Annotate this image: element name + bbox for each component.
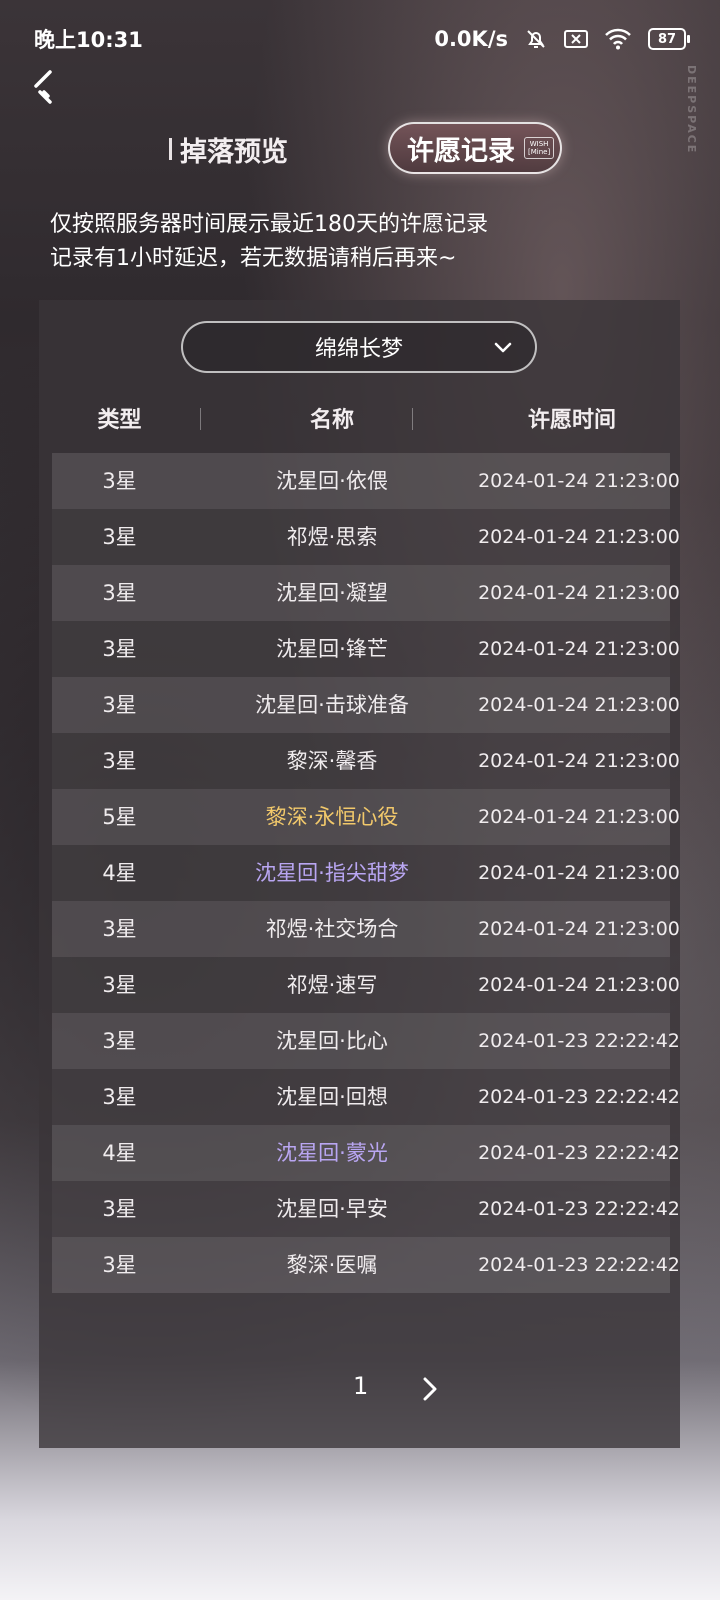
cell-name: 祁煜·速写 — [286, 973, 378, 997]
table-row: 3星 沈星回·击球准备 2024-01-24 21:23:00 — [52, 677, 680, 733]
network-speed: 0.0K/s — [434, 27, 508, 51]
cell-name: 黎深·馨香 — [286, 749, 378, 773]
cell-type: 3星 — [102, 1029, 137, 1053]
cell-name: 沈星回·击球准备 — [255, 693, 409, 717]
table-row: 3星 黎深·馨香 2024-01-24 21:23:00 — [52, 733, 680, 789]
cell-time: 2024-01-24 21:23:00 — [478, 638, 680, 660]
tab-drop-preview[interactable]: 掉落预览 — [169, 130, 288, 169]
table-row: 3星 沈星回·依偎 2024-01-24 21:23:00 — [52, 453, 680, 509]
notice-line-2: 记录有1小时延迟，若无数据请稍后再来~ — [50, 246, 457, 271]
sim-none-icon — [564, 30, 588, 48]
back-arrow-icon[interactable] — [28, 66, 68, 106]
cell-name: 沈星回·凝望 — [276, 581, 388, 605]
pagination: 1 — [0, 1372, 720, 1412]
tab-wish-badge: WISH [Mine] — [524, 137, 555, 159]
tab-wish-label: 许愿记录 — [407, 135, 515, 167]
notice-text: 仅按照服务器时间展示最近180天的许愿记录 记录有1小时延迟，若无数据请稍后再来… — [50, 208, 488, 276]
cell-type: 3星 — [102, 1253, 137, 1277]
table-row: 3星 祁煜·思索 2024-01-24 21:23:00 — [52, 509, 680, 565]
cell-time: 2024-01-23 22:22:42 — [478, 1142, 680, 1164]
cell-name: 沈星回·比心 — [276, 1029, 388, 1053]
table-header: 类型 名称 许愿时间 — [52, 398, 670, 442]
table-row: 3星 沈星回·凝望 2024-01-24 21:23:00 — [52, 565, 680, 621]
cell-name: 黎深·医嘱 — [286, 1253, 378, 1277]
tab-wish-badge-line2: [Mine] — [528, 148, 551, 156]
cell-name: 沈星回·依偎 — [276, 469, 388, 493]
tab-wish-record[interactable]: 许愿记录 WISH [Mine] — [388, 122, 562, 174]
cell-name: 沈星回·指尖甜梦 — [255, 861, 409, 885]
cell-time: 2024-01-24 21:23:00 — [478, 526, 680, 548]
column-divider — [412, 408, 413, 430]
cell-time: 2024-01-24 21:23:00 — [478, 582, 680, 604]
chevron-down-icon — [494, 342, 512, 353]
wifi-icon — [605, 28, 631, 50]
tab-bar: 掉落预览 许愿记录 WISH [Mine] — [0, 122, 720, 178]
cell-type: 3星 — [102, 917, 137, 941]
cell-type: 3星 — [102, 525, 137, 549]
cell-name: 黎深·永恒心役 — [265, 805, 399, 829]
status-icons: 0.0K/s 87 — [434, 27, 690, 51]
cell-name: 沈星回·回想 — [276, 1085, 388, 1109]
cell-name: 祁煜·社交场合 — [265, 917, 399, 941]
notice-line-1: 仅按照服务器时间展示最近180天的许愿记录 — [50, 212, 488, 237]
table-row: 4星 沈星回·指尖甜梦 2024-01-24 21:23:00 — [52, 845, 680, 901]
pool-select[interactable]: 绵绵长梦 — [181, 321, 537, 373]
cell-name: 沈星回·锋芒 — [276, 637, 388, 661]
table-row: 3星 沈星回·锋芒 2024-01-24 21:23:00 — [52, 621, 680, 677]
page-number[interactable]: 1 — [353, 1372, 368, 1400]
cell-time: 2024-01-23 22:22:42 — [478, 1254, 680, 1276]
cell-type: 3星 — [102, 693, 137, 717]
table-row: 3星 沈星回·回想 2024-01-23 22:22:42 — [52, 1069, 680, 1125]
table-row: 5星 黎深·永恒心役 2024-01-24 21:23:00 — [52, 789, 680, 845]
cell-type: 3星 — [102, 469, 137, 493]
cell-time: 2024-01-24 21:23:00 — [478, 694, 680, 716]
cell-type: 3星 — [102, 749, 137, 773]
records-table-body: 3星 沈星回·依偎 2024-01-24 21:23:00 3星 祁煜·思索 2024-0… — [52, 453, 680, 1293]
table-row: 4星 沈星回·蒙光 2024-01-23 22:22:42 — [52, 1125, 680, 1181]
cell-time: 2024-01-24 21:23:00 — [478, 862, 680, 884]
next-page-icon[interactable] — [420, 1374, 440, 1404]
cell-type: 4星 — [102, 1141, 137, 1165]
cell-time: 2024-01-23 22:22:42 — [478, 1086, 680, 1108]
cell-time: 2024-01-24 21:23:00 — [478, 470, 680, 492]
cell-time: 2024-01-24 21:23:00 — [478, 806, 680, 828]
pool-select-value: 绵绵长梦 — [314, 337, 403, 362]
cell-time: 2024-01-23 22:22:42 — [478, 1030, 680, 1052]
status-bar: 晚上10:31 0.0K/s 87 — [0, 0, 720, 78]
cell-type: 3星 — [102, 637, 137, 661]
column-header-time: 许愿时间 — [527, 408, 616, 433]
cell-type: 5星 — [102, 805, 137, 829]
cell-type: 3星 — [102, 973, 137, 997]
table-row: 3星 沈星回·早安 2024-01-23 22:22:42 — [52, 1181, 680, 1237]
cell-time: 2024-01-23 22:22:42 — [478, 1198, 680, 1220]
battery-icon: 87 — [648, 28, 690, 50]
cell-time: 2024-01-24 21:23:00 — [478, 750, 680, 772]
cell-time: 2024-01-24 21:23:00 — [478, 974, 680, 996]
cell-name: 沈星回·早安 — [276, 1197, 388, 1221]
cell-type: 3星 — [102, 1085, 137, 1109]
cell-type: 3星 — [102, 1197, 137, 1221]
status-time: 晚上10:31 — [34, 28, 143, 52]
table-row: 3星 祁煜·社交场合 2024-01-24 21:23:00 — [52, 901, 680, 957]
column-header-type: 类型 — [97, 408, 142, 433]
table-row: 3星 祁煜·速写 2024-01-24 21:23:00 — [52, 957, 680, 1013]
cell-name: 祁煜·思索 — [286, 525, 378, 549]
bell-off-icon — [527, 30, 545, 48]
cell-type: 4星 — [102, 861, 137, 885]
table-row: 3星 沈星回·比心 2024-01-23 22:22:42 — [52, 1013, 680, 1069]
cell-time: 2024-01-24 21:23:00 — [478, 918, 680, 940]
tab-wish-badge-line1: WISH — [529, 140, 549, 148]
cell-name: 沈星回·蒙光 — [276, 1141, 388, 1165]
table-row: 3星 黎深·医嘱 2024-01-23 22:22:42 — [52, 1237, 680, 1293]
column-header-name: 名称 — [309, 408, 354, 433]
column-divider — [200, 408, 201, 430]
cell-type: 3星 — [102, 581, 137, 605]
